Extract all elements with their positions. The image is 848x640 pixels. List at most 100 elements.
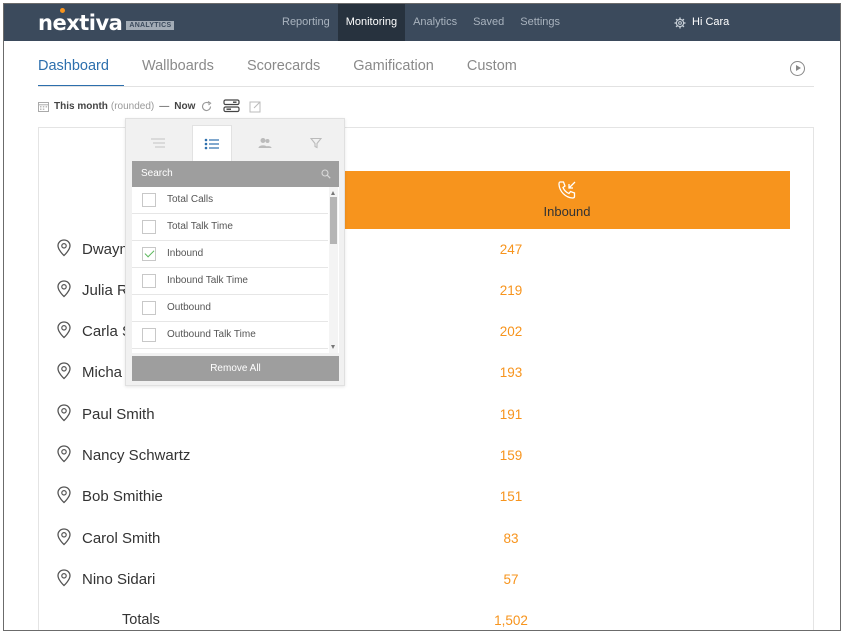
column-settings-icon[interactable] <box>223 99 241 113</box>
nav-item-reporting[interactable]: Reporting <box>274 4 338 41</box>
checkbox[interactable] <box>142 301 156 315</box>
option-label: Outbound Talk Time <box>167 329 256 340</box>
rounded-label: (rounded) <box>110 100 155 112</box>
logo-text: nextiva <box>38 11 123 35</box>
column-search-input[interactable]: Search <box>132 161 339 187</box>
top-nav-bar: nextiva ANALYTICS Reporting Monitoring A… <box>4 4 840 41</box>
inbound-column-label: Inbound <box>543 204 591 219</box>
search-placeholder: Search <box>141 168 173 179</box>
nav-item-saved[interactable]: Saved <box>465 4 512 41</box>
location-pin-icon <box>57 280 71 298</box>
agent-inbound-count: 202 <box>499 324 523 339</box>
agent-name: Bob Smithie <box>82 488 163 505</box>
list-scrollbar[interactable] <box>329 187 338 353</box>
checkbox[interactable] <box>142 328 156 342</box>
range-end-label[interactable]: Now <box>174 101 195 112</box>
top-nav: Reporting Monitoring Analytics Saved Set… <box>274 4 568 41</box>
location-pin-icon <box>57 404 71 422</box>
location-pin-icon <box>57 321 71 339</box>
option-label: Total Calls <box>167 194 214 205</box>
checkbox[interactable] <box>142 274 156 288</box>
users-icon <box>258 138 272 148</box>
tab-gamification[interactable]: Gamification <box>353 58 434 74</box>
agent-inbound-count: 159 <box>499 448 523 463</box>
agent-name: Julia R <box>82 282 128 299</box>
option-label: Inbound Talk Time <box>167 275 248 286</box>
option-label: Inbound <box>167 248 204 259</box>
user-greeting: Hi Cara <box>692 16 730 28</box>
agent-inbound-count: 151 <box>499 489 523 504</box>
column-picker-popover: Search Total Calls Total Talk Time Inbou… <box>125 118 345 386</box>
popover-tab-columns[interactable] <box>192 125 232 161</box>
user-menu[interactable]: Hi Cara <box>674 4 729 41</box>
agent-row[interactable]: Carol Smith 83 <box>56 528 656 550</box>
agent-inbound-count: 83 <box>503 531 519 546</box>
nav-item-analytics[interactable]: Analytics <box>405 4 465 41</box>
location-pin-icon <box>57 486 71 504</box>
agent-name: Paul Smith <box>82 406 155 423</box>
tab-wallboards[interactable]: Wallboards <box>142 58 214 74</box>
column-option-total-talk-time[interactable]: Total Talk Time <box>132 214 328 241</box>
scrollbar-thumb[interactable] <box>330 197 337 244</box>
location-pin-icon <box>57 528 71 546</box>
app-window: nextiva ANALYTICS Reporting Monitoring A… <box>3 3 841 631</box>
calendar-icon[interactable] <box>38 101 49 112</box>
location-pin-icon <box>57 239 71 257</box>
popover-tab-agents[interactable] <box>245 125 285 161</box>
agent-row[interactable]: Bob Smithie 151 <box>56 486 656 508</box>
checkbox[interactable] <box>142 193 156 207</box>
nav-item-monitoring[interactable]: Monitoring <box>337 4 406 41</box>
checkbox[interactable] <box>142 220 156 234</box>
logo-dot <box>60 8 65 13</box>
play-icon[interactable] <box>790 61 805 76</box>
checkbox-checked[interactable] <box>142 247 156 261</box>
column-options-list: Total Calls Total Talk Time Inbound Inbo… <box>132 187 339 353</box>
location-pin-icon <box>57 445 71 463</box>
nav-item-settings[interactable]: Settings <box>512 4 568 41</box>
dashboard-tabs: Dashboard Wallboards Scorecards Gamifica… <box>38 58 550 87</box>
sort-lines-icon <box>151 138 165 148</box>
agent-inbound-count: 219 <box>499 283 523 298</box>
gear-icon <box>674 17 686 28</box>
incoming-call-icon <box>558 181 576 199</box>
option-label: Total Talk Time <box>167 221 233 232</box>
agent-name: Nino Sidari <box>82 571 156 588</box>
column-option-inbound-talk-time[interactable]: Inbound Talk Time <box>132 268 328 295</box>
popover-tab-filter[interactable] <box>296 125 336 161</box>
tab-custom[interactable]: Custom <box>467 58 517 74</box>
column-option-inbound[interactable]: Inbound <box>132 241 328 268</box>
tab-dashboard[interactable]: Dashboard <box>38 58 124 87</box>
export-icon[interactable] <box>249 100 262 113</box>
agent-name: Micha <box>82 364 123 381</box>
columns-list-icon <box>204 138 219 149</box>
agent-name: Carol Smith <box>82 530 161 547</box>
refresh-icon[interactable] <box>200 100 213 113</box>
agent-row[interactable]: Nancy Schwartz 159 <box>56 445 656 467</box>
agent-row[interactable]: Paul Smith 191 <box>56 404 656 426</box>
option-label: Outbound <box>167 302 211 313</box>
tabs-divider <box>38 86 814 87</box>
agent-row[interactable]: Nino Sidari 57 <box>56 569 656 591</box>
column-option-outbound[interactable]: Outbound <box>132 295 328 322</box>
date-filter-row: This month (rounded) — Now <box>38 98 262 114</box>
inbound-column-header[interactable]: Inbound <box>344 171 790 229</box>
scroll-up-arrow[interactable] <box>331 191 335 195</box>
location-pin-icon <box>57 569 71 587</box>
column-option-total-calls[interactable]: Total Calls <box>132 187 328 214</box>
nextiva-logo[interactable]: nextiva ANALYTICS <box>38 8 175 35</box>
popover-tabs <box>126 125 346 161</box>
scroll-down-arrow[interactable] <box>331 345 335 349</box>
logo-badge: ANALYTICS <box>126 20 175 30</box>
agent-inbound-count: 57 <box>503 572 519 587</box>
remove-all-button[interactable]: Remove All <box>132 356 339 381</box>
agent-inbound-count: 247 <box>499 242 523 257</box>
range-dash: — <box>159 100 170 112</box>
location-pin-icon <box>57 362 71 380</box>
column-option-outbound-talk-time[interactable]: Outbound Talk Time <box>132 322 328 349</box>
popover-tab-sort[interactable] <box>138 125 178 161</box>
tab-scorecards[interactable]: Scorecards <box>247 58 320 74</box>
agent-inbound-count: 193 <box>499 365 523 380</box>
period-label[interactable]: This month <box>54 101 108 112</box>
filter-funnel-icon <box>310 137 322 149</box>
agent-inbound-count: 191 <box>499 407 523 422</box>
